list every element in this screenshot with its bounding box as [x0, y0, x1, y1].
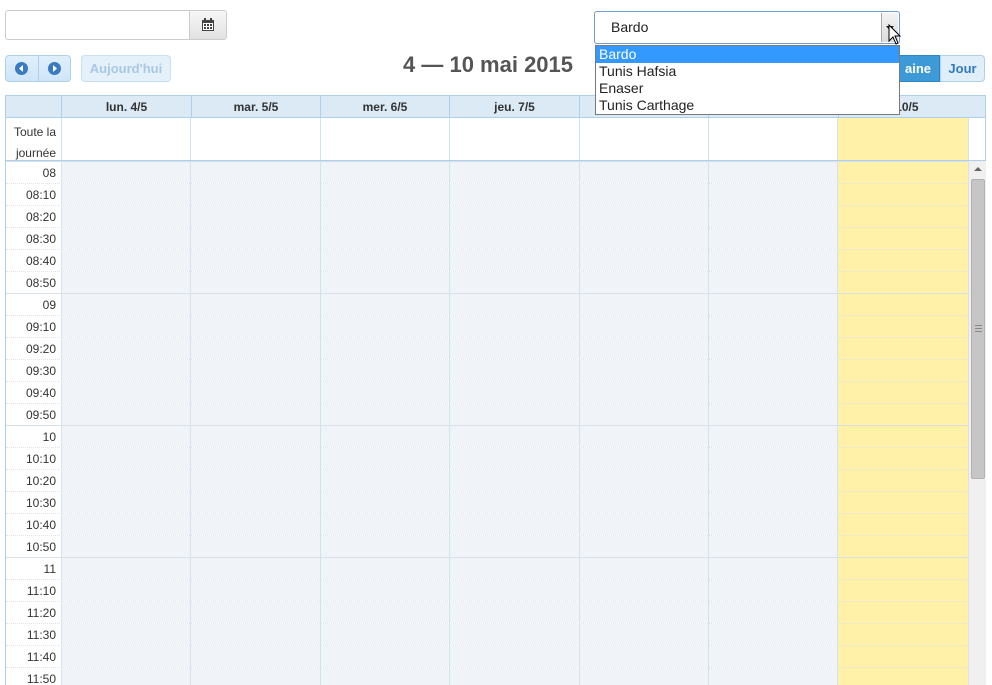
- location-option-bardo[interactable]: Bardo: [596, 46, 899, 63]
- day-header: mar. 5/5: [191, 96, 320, 117]
- time-slot-row[interactable]: 11:50: [6, 667, 968, 685]
- time-slot-row[interactable]: 08:40: [6, 249, 968, 272]
- location-dropdown-list: Bardo Tunis Hafsia Enaser Tunis Carthage: [595, 45, 900, 115]
- mouse-cursor-icon: [888, 24, 902, 45]
- time-slot-row[interactable]: 09:10: [6, 315, 968, 338]
- calendar-icon: [202, 18, 214, 31]
- next-button[interactable]: [37, 56, 71, 81]
- time-grid: 08 08:10 08:20 08:30 08:40 08:50 09 09:10 09:20 0…: [6, 161, 969, 685]
- column-divider: [579, 161, 580, 685]
- time-slot-label: 09:30: [6, 360, 61, 382]
- time-slot-label: 11:10: [6, 580, 61, 602]
- allday-row: Toute la journée: [6, 118, 985, 161]
- time-slot-label: 11:50: [6, 668, 61, 685]
- time-slot-row[interactable]: 11:30: [6, 623, 968, 646]
- time-slot-row[interactable]: 11:10: [6, 579, 968, 602]
- time-slot-row[interactable]: 10:20: [6, 469, 968, 492]
- time-slot-row[interactable]: 10:40: [6, 513, 968, 536]
- time-slot-row[interactable]: 10:50: [6, 535, 968, 558]
- vertical-scrollbar[interactable]: [968, 161, 986, 685]
- time-slot-label: 08:40: [6, 250, 61, 272]
- column-divider: [449, 161, 450, 685]
- arrow-right-icon: [47, 62, 61, 75]
- time-slot-label: 08:10: [6, 184, 61, 206]
- day-header: lun. 4/5: [61, 96, 191, 117]
- time-slot-label: 10:10: [6, 448, 61, 470]
- column-divider: [61, 161, 62, 685]
- location-select[interactable]: Bardo: [594, 11, 900, 44]
- time-slot-row[interactable]: 08: [6, 161, 968, 184]
- time-slot-label: 10:20: [6, 470, 61, 492]
- time-slot-label: 10:40: [6, 514, 61, 536]
- time-slot-row[interactable]: 09:30: [6, 359, 968, 382]
- location-option-enaser[interactable]: Enaser: [596, 80, 899, 97]
- time-slot-label: 11: [6, 558, 61, 580]
- time-slot-label: 10:30: [6, 492, 61, 514]
- time-slot-row[interactable]: 08:50: [6, 271, 968, 294]
- time-slot-label: 09:20: [6, 338, 61, 360]
- time-slot-label: 10: [6, 426, 61, 448]
- week-calendar: lun. 4/5 mar. 5/5 mer. 6/5 jeu. 7/5 . 10…: [5, 95, 986, 685]
- column-divider: [320, 161, 321, 685]
- time-slot-row[interactable]: 08:30: [6, 227, 968, 250]
- time-slot-label: 11:30: [6, 624, 61, 646]
- location-option-tunis-hafsia[interactable]: Tunis Hafsia: [596, 63, 899, 80]
- allday-label: Toute la journée: [13, 125, 56, 160]
- time-slot-row[interactable]: 10: [6, 425, 968, 448]
- today-allday-cell[interactable]: [838, 118, 968, 160]
- time-slot-row[interactable]: 10:10: [6, 447, 968, 470]
- time-slot-label: 11:20: [6, 602, 61, 624]
- page-title: 4 — 10 mai 2015: [403, 52, 574, 77]
- time-slot-label: 11:40: [6, 646, 61, 668]
- time-slot-row[interactable]: 11:40: [6, 645, 968, 668]
- time-slot-row[interactable]: 11:20: [6, 601, 968, 624]
- time-slot-row[interactable]: 09:50: [6, 403, 968, 426]
- calendar-picker-button[interactable]: [189, 10, 227, 40]
- time-slot-row[interactable]: 09:20: [6, 337, 968, 360]
- time-slot-row[interactable]: 08:20: [6, 205, 968, 228]
- scroll-thumb[interactable]: [971, 179, 985, 479]
- prev-button[interactable]: [6, 56, 38, 81]
- today-button[interactable]: Aujourd'hui: [81, 55, 171, 82]
- column-divider: [190, 161, 191, 685]
- time-slot-label: 09:50: [6, 404, 61, 426]
- time-slot-label: 08:50: [6, 272, 61, 294]
- time-slot-label: 08:20: [6, 206, 61, 228]
- location-select-value: Bardo: [611, 19, 649, 35]
- day-header: jeu. 7/5: [449, 96, 579, 117]
- column-divider: [837, 161, 838, 685]
- time-slot-label: 09:40: [6, 382, 61, 404]
- time-slot-row[interactable]: 08:10: [6, 183, 968, 206]
- time-slot-row[interactable]: 10:30: [6, 491, 968, 514]
- time-slot-label: 08:30: [6, 228, 61, 250]
- location-option-tunis-carthage[interactable]: Tunis Carthage: [596, 97, 899, 114]
- scroll-up-icon[interactable]: [969, 161, 987, 178]
- column-divider: [708, 161, 709, 685]
- date-input[interactable]: [5, 10, 189, 40]
- view-day-button[interactable]: Jour: [940, 55, 985, 82]
- arrow-left-icon: [15, 62, 29, 75]
- time-slot-label: 09: [6, 294, 61, 316]
- time-slot-row[interactable]: 09: [6, 293, 968, 316]
- time-slot-label: 08: [6, 162, 61, 184]
- time-slot-label: 10:50: [6, 536, 61, 558]
- time-slot-row[interactable]: 11: [6, 557, 968, 580]
- nav-prev-next-group: [5, 55, 71, 82]
- day-header: mer. 6/5: [320, 96, 449, 117]
- time-slot-row[interactable]: 09:40: [6, 381, 968, 404]
- time-slot-label: 09:10: [6, 316, 61, 338]
